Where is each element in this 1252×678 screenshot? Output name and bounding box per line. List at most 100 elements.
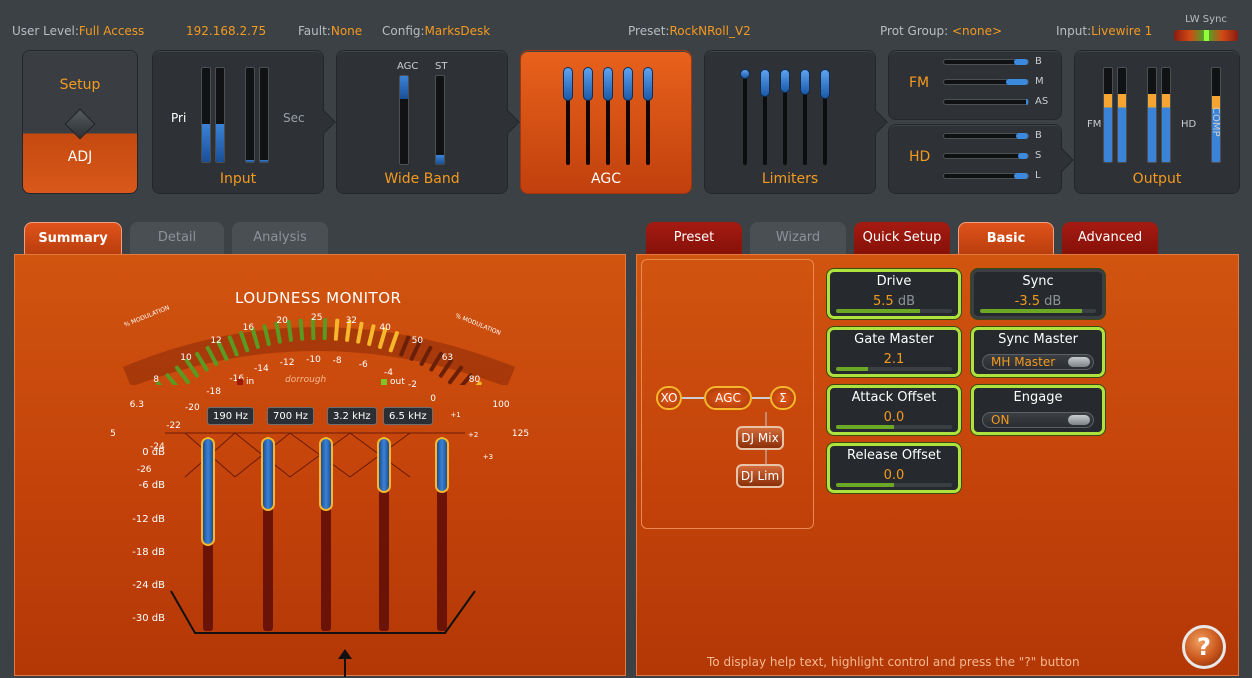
ip-address: 192.168.2.75 bbox=[186, 24, 267, 38]
tab-summary[interactable]: Summary bbox=[24, 222, 122, 254]
sync-master-control[interactable]: Sync Master MH Master bbox=[971, 327, 1105, 377]
fm-m-slider bbox=[943, 79, 1029, 85]
dj-mix-button[interactable]: DJ Mix bbox=[736, 426, 784, 450]
hd-module[interactable]: HD B S L bbox=[888, 124, 1074, 194]
setup-module[interactable]: Setup ADJ bbox=[22, 50, 138, 194]
fm-module[interactable]: FM B M AS bbox=[888, 50, 1062, 120]
hd-l-label: L bbox=[1035, 170, 1041, 181]
dj-lim-button[interactable]: DJ Lim bbox=[736, 464, 784, 488]
output-fm-meter-r bbox=[1117, 67, 1127, 163]
db-label-18: -18 dB bbox=[132, 547, 165, 558]
output-fm-label: FM bbox=[1087, 119, 1102, 130]
preset-status: Preset:RockNRoll_V2 bbox=[628, 24, 751, 38]
user-level: User Level:Full Access bbox=[12, 24, 145, 38]
loudness-segment bbox=[322, 318, 328, 341]
wideband-agc-meter bbox=[399, 75, 409, 165]
sigma-icon[interactable]: Σ bbox=[770, 386, 796, 410]
mod-scale-label: 40 bbox=[379, 323, 391, 334]
loudness-segment bbox=[165, 373, 182, 385]
agc-module[interactable]: AGC bbox=[520, 50, 692, 194]
wideband-module[interactable]: AGC ST Wide Band bbox=[336, 50, 520, 194]
tab-analysis[interactable]: Analysis bbox=[232, 222, 328, 254]
mod-scale-label: 8 bbox=[153, 374, 159, 385]
db-label-12: -12 dB bbox=[132, 514, 165, 525]
agc-band-gain-bar bbox=[261, 437, 275, 511]
limiter-fader-4 bbox=[800, 69, 810, 95]
flow-agc-node[interactable]: AGC bbox=[704, 386, 752, 410]
agc-band-gain-bar bbox=[377, 437, 391, 493]
fm-b-label: B bbox=[1035, 56, 1042, 67]
status-bar: User Level:Full Access 192.168.2.75 Faul… bbox=[0, 0, 1252, 46]
band-6-5khz: 6.5 kHz bbox=[383, 407, 433, 425]
db-scale-label: -12 bbox=[279, 357, 295, 368]
output-hd-meter-l bbox=[1147, 67, 1157, 163]
config-status: Config:MarksDesk bbox=[382, 24, 491, 38]
limiters-module[interactable]: Limiters bbox=[704, 50, 888, 194]
db-label-0: 0 dB bbox=[142, 447, 165, 458]
agc-band-gain-bar bbox=[319, 437, 333, 511]
sync-master-select[interactable]: MH Master bbox=[982, 354, 1094, 370]
basic-panel: XO AGC Σ DJ Mix DJ Lim Drive 5.5 dB Sync… bbox=[636, 254, 1239, 676]
lw-sync-indicator: LW Sync bbox=[1174, 14, 1238, 41]
output-hd-label: HD bbox=[1181, 119, 1197, 130]
agc-fader-1 bbox=[563, 67, 573, 101]
output-hd-meter-r bbox=[1161, 67, 1171, 163]
release-offset-control[interactable]: Release Offset 0.0 bbox=[827, 443, 961, 493]
db-scale-label: -26 bbox=[136, 465, 152, 476]
chevron-right-icon bbox=[862, 109, 888, 135]
db-label-24: -24 dB bbox=[132, 580, 165, 591]
lw-sync-bar bbox=[1174, 30, 1238, 41]
agc-fader-5 bbox=[643, 67, 653, 101]
setup-diamond-icon bbox=[64, 108, 96, 140]
output-module[interactable]: FM HD COMP Output bbox=[1074, 50, 1240, 194]
band-190hz: 190 Hz bbox=[207, 407, 255, 425]
mod-scale-label: 20 bbox=[276, 315, 288, 326]
engage-toggle[interactable]: ON bbox=[982, 412, 1094, 428]
help-button[interactable]: ? bbox=[1182, 625, 1226, 669]
input-meter-pri-l bbox=[201, 67, 211, 163]
db-scale-label: -6 bbox=[358, 360, 368, 371]
db-scale-label: +1 bbox=[450, 411, 461, 420]
setup-label: Setup bbox=[59, 77, 101, 93]
help-text: To display help text, highlight control … bbox=[707, 655, 1080, 669]
lw-sync-label: LW Sync bbox=[1185, 14, 1227, 25]
tab-basic[interactable]: Basic bbox=[958, 222, 1054, 254]
db-scale-label: 0 bbox=[430, 393, 436, 404]
tab-quick-setup[interactable]: Quick Setup bbox=[854, 222, 950, 254]
mod-scale-label: 100 bbox=[492, 400, 510, 411]
sync-control[interactable]: Sync -3.5 dB bbox=[971, 269, 1105, 319]
tab-wizard[interactable]: Wizard bbox=[750, 222, 846, 254]
input-module[interactable]: Pri Sec Input bbox=[152, 50, 336, 194]
wideband-st-meter bbox=[435, 75, 445, 165]
mod-scale-label: 12 bbox=[210, 335, 222, 346]
hd-b-slider bbox=[943, 133, 1029, 139]
mod-right-label: % MODULATION bbox=[454, 312, 501, 337]
adj-label: ADJ bbox=[67, 149, 93, 165]
dorrough-brand: dorrough bbox=[285, 375, 327, 385]
flow-xo-node[interactable]: XO bbox=[656, 386, 682, 410]
mod-scale-label: 80 bbox=[468, 374, 481, 385]
engage-control[interactable]: Engage ON bbox=[971, 385, 1105, 435]
limiter-fader-2 bbox=[760, 69, 770, 97]
mod-scale-label: 6.3 bbox=[129, 400, 144, 411]
band-3-2khz: 3.2 kHz bbox=[327, 407, 377, 425]
attack-offset-control[interactable]: Attack Offset 0.0 bbox=[827, 385, 961, 435]
wideband-label: Wide Band bbox=[384, 171, 460, 187]
agc-fader-2 bbox=[583, 67, 593, 101]
tab-preset[interactable]: Preset bbox=[646, 222, 742, 254]
input-sec-label: Sec bbox=[283, 111, 305, 125]
input-status: Input:Livewire 1 bbox=[1056, 24, 1153, 38]
db-scale-label: -20 bbox=[185, 402, 200, 413]
gate-master-control[interactable]: Gate Master 2.1 bbox=[827, 327, 961, 377]
db-scale-label: -10 bbox=[306, 355, 321, 366]
drive-control[interactable]: Drive 5.5 dB bbox=[827, 269, 961, 319]
output-fm-meter-l bbox=[1103, 67, 1113, 163]
input-pri-label: Pri bbox=[171, 111, 187, 125]
mod-scale-label: 125 bbox=[511, 429, 530, 439]
mod-scale-label: 16 bbox=[242, 323, 255, 334]
wideband-st-label: ST bbox=[435, 61, 448, 72]
tab-advanced[interactable]: Advanced bbox=[1062, 222, 1158, 254]
agc-label: AGC bbox=[591, 171, 621, 187]
agc-fader-4 bbox=[623, 67, 633, 101]
tab-detail[interactable]: Detail bbox=[130, 222, 224, 254]
